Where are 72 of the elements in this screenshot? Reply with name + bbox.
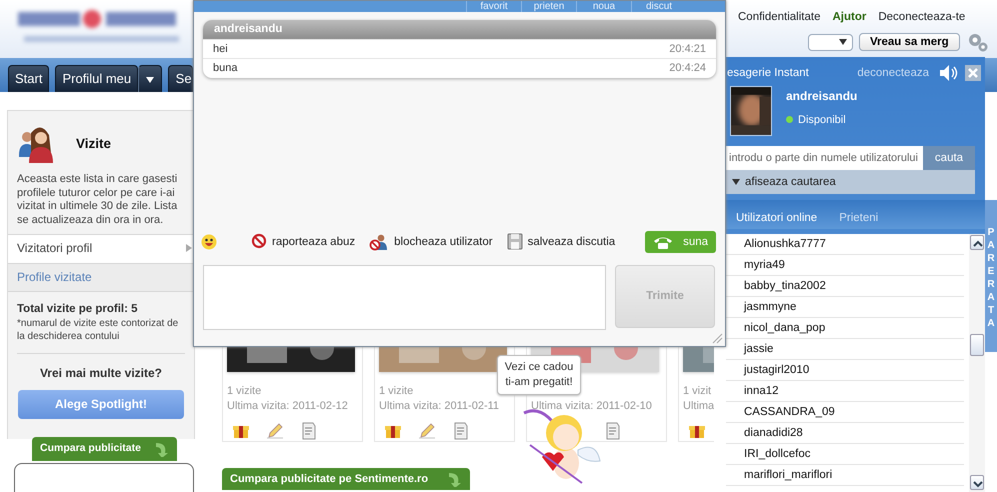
- nav-tab[interactable]: Se: [168, 65, 194, 92]
- user-list-item[interactable]: jasmmyne: [726, 297, 964, 318]
- ad-tab[interactable]: Cumpara publicitate: [32, 437, 177, 462]
- chat-action[interactable]: raporteaza abuz: [251, 233, 356, 251]
- visit-count: 1 vizite: [227, 384, 262, 399]
- arrow-icon: [186, 244, 192, 252]
- dropdown-toggle[interactable]: [138, 65, 162, 92]
- report-icon: [251, 233, 267, 251]
- note-icon[interactable]: [604, 422, 622, 440]
- dropdown-field[interactable]: [808, 34, 853, 50]
- sidebar-menu-item[interactable]: Vizitatori profil: [8, 234, 194, 263]
- save-icon: [506, 233, 523, 251]
- chat-action[interactable]: blocheaza utilizator: [369, 233, 493, 251]
- user-list-item[interactable]: babby_tina2002: [726, 276, 964, 297]
- header-link[interactable]: Confidentialitate: [738, 10, 820, 25]
- user-list-item[interactable]: nicol_dana_pop: [726, 318, 964, 339]
- sidebar-title: Vizite: [76, 135, 112, 153]
- block-user-icon: [369, 233, 390, 251]
- user-list-item[interactable]: mariflori_mariflori: [726, 465, 964, 486]
- scroll-thumb[interactable]: [970, 334, 984, 356]
- visit-count: 1 vizite: [379, 384, 414, 399]
- user-list-item[interactable]: CASSANDRA_09: [726, 402, 964, 423]
- status-text: Disponibil: [798, 112, 846, 127]
- header-link[interactable]: Deconecteaza-te: [878, 10, 966, 25]
- panel-tab[interactable]: Utilizatori online: [736, 207, 818, 229]
- chat-action[interactable]: salveaza discutia: [506, 233, 616, 251]
- message-input[interactable]: [203, 265, 606, 330]
- conversation-header: andreisandu: [203, 20, 716, 39]
- status-dot-icon: [786, 116, 793, 124]
- sidebar-description: Aceasta este lista in care gasesti profilele tuturor celor pe care i-ai vizitat in ultimele 30 de zile. Lista se actualizeaza din ora in ora.: [16, 173, 178, 228]
- header-link[interactable]: Ajutor: [832, 10, 866, 25]
- user-list-item[interactable]: IRI_dollcefoc: [726, 444, 964, 465]
- user-list-item[interactable]: myria49: [726, 255, 964, 276]
- user-list-item[interactable]: justagirl2010: [726, 360, 964, 381]
- arrow-icon: [446, 471, 462, 487]
- gift-tooltip: Vezi ce cadou ti-am pregatit!: [497, 355, 581, 395]
- resize-grip-icon[interactable]: [711, 332, 723, 344]
- caret-icon: [839, 39, 847, 45]
- message-time: 20:4:21: [669, 42, 706, 56]
- close-button[interactable]: [965, 65, 981, 81]
- user-list-item[interactable]: jassie: [726, 339, 964, 360]
- speaker-icon[interactable]: [939, 64, 959, 82]
- last-visit-date: Ultima: [683, 399, 714, 414]
- note-icon[interactable]: [452, 422, 470, 440]
- user-list-item[interactable]: dianadidi28: [726, 423, 964, 444]
- total-visits: Total vizite pe profil: 5: [17, 302, 139, 318]
- visit-count: 1 vizit: [683, 384, 712, 399]
- visits-note: *numarul de vizite este contorizat de la deschiderea contului: [17, 317, 180, 344]
- search-field[interactable]: introdu o parte din numele utilizatorului: [726, 146, 923, 170]
- message-text: buna: [213, 61, 238, 76]
- last-visit-date: Ultima vizita: 2011-02-10: [531, 399, 652, 414]
- last-visit-date: Ultima vizita: 2011-02-11: [379, 399, 500, 414]
- message-time: 20:4:24: [669, 61, 706, 76]
- scrollbar[interactable]: [969, 234, 985, 492]
- panel-title: esagerie Instant: [727, 66, 809, 80]
- user-list-item[interactable]: inna12: [726, 381, 964, 402]
- last-visit-date: Ultima vizita: 2011-02-12: [227, 399, 348, 414]
- caret-icon: [145, 74, 156, 85]
- user-list-item[interactable]: Alionushka7777: [726, 234, 964, 255]
- caret-icon: [732, 179, 740, 185]
- pencil-icon[interactable]: [418, 422, 436, 440]
- search-toggle[interactable]: afiseaza cautarea: [726, 170, 975, 194]
- nav-tab[interactable]: Profilul meu: [55, 65, 138, 92]
- note-icon[interactable]: [300, 422, 318, 440]
- user-name: andreisandu: [786, 89, 858, 105]
- promo-question: Vrei mai multe vizite?: [38, 366, 164, 382]
- go-button[interactable]: Vreau sa merg: [859, 33, 960, 51]
- pencil-icon[interactable]: [266, 422, 284, 440]
- message-text: hei: [213, 42, 228, 56]
- emoticon-icon[interactable]: [201, 234, 217, 250]
- nav-tab[interactable]: Start: [8, 65, 50, 92]
- ad-button[interactable]: Cumpara publicitate pe Sentimente.ro: [222, 468, 470, 490]
